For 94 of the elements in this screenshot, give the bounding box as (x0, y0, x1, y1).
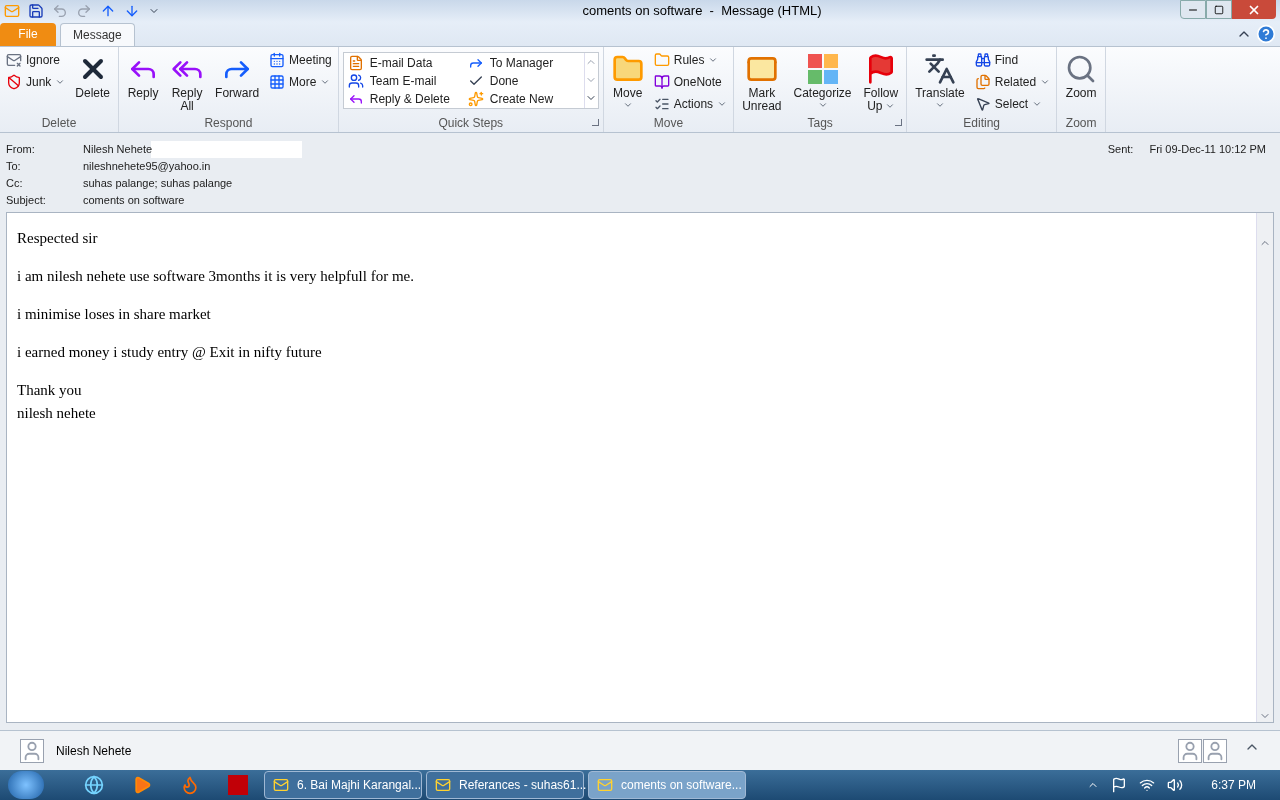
ribbon-button[interactable]: Zoom (1061, 46, 1102, 100)
taskbar-button[interactable]: 6. Bai Majhi Karangal... (264, 771, 422, 799)
quick-step-item[interactable]: Team E-mail (347, 71, 460, 90)
field-label: From: (6, 141, 36, 157)
clock[interactable]: 6:37 PM (1195, 776, 1272, 794)
translate-icon (924, 52, 956, 85)
folder-icon (653, 52, 670, 69)
window-title: coments on software - Message (HTML) (581, 2, 822, 21)
contact-name: Nilesh Nehete (56, 742, 132, 760)
envelope-icon (273, 777, 289, 793)
group-label: Delete (41, 115, 77, 132)
volume-icon[interactable] (1167, 777, 1184, 793)
ribbon-button[interactable]: Move (607, 46, 648, 110)
calendar-icon (269, 52, 286, 69)
redo-icon[interactable] (76, 3, 92, 19)
group-label: Editing (963, 115, 1001, 132)
envelope-icon (597, 777, 613, 793)
field-label: Subject: (6, 192, 47, 208)
notebook-icon (653, 74, 670, 91)
ribbon-button[interactable]: More (267, 72, 334, 92)
body-text: i minimise loses in share market (17, 304, 212, 324)
group-label: Zoom (1065, 115, 1097, 132)
close-button[interactable] (1232, 0, 1276, 19)
browser-icon[interactable] (180, 775, 200, 795)
contact-picture-icon (20, 738, 44, 763)
scrollbar[interactable] (1256, 212, 1273, 723)
group-label: Quick Steps (438, 115, 504, 132)
body-text: i am nilesh nehete use software 3months it is very helpfull for me. (17, 266, 415, 286)
documents-icon (974, 74, 991, 91)
sent-label: Sent: (1107, 141, 1134, 157)
envelope-icon (435, 777, 451, 793)
field-label: Cc: (6, 175, 24, 191)
document-icon (347, 54, 364, 71)
blocked-user-icon (6, 74, 22, 91)
ribbon-button[interactable]: Translate (911, 46, 969, 110)
minimize-button[interactable] (1180, 0, 1206, 19)
ribbon-button[interactable]: OneNote (651, 72, 730, 92)
envelope-x-icon (6, 52, 22, 69)
save-icon[interactable] (28, 3, 44, 19)
quick-step-item[interactable]: Done (467, 71, 580, 90)
body-text: i earned money i study entry @ Exit in nifty future (17, 342, 323, 362)
flag-icon[interactable] (1111, 777, 1128, 793)
group-label: Respond (204, 115, 253, 132)
dialog-launcher-icon[interactable] (591, 118, 599, 126)
media-player-icon[interactable] (132, 775, 152, 795)
color-squares-icon (806, 52, 839, 85)
dialog-launcher-icon[interactable] (895, 118, 903, 126)
network-icon[interactable] (1139, 777, 1156, 793)
grid-icon (269, 74, 286, 91)
body-text: Respected sir (17, 228, 99, 248)
undo-icon[interactable] (52, 3, 68, 19)
binoculars-icon (974, 52, 991, 69)
ribbon-button[interactable]: Select (972, 94, 1053, 114)
ribbon-button[interactable]: Actions (651, 94, 730, 114)
field-value: nileshnehete95@yahoo.in (83, 158, 211, 174)
body-text: nilesh nehete (17, 403, 97, 423)
ribbon-button[interactable]: Meeting (267, 50, 334, 70)
ribbon-button[interactable]: Ignore (4, 50, 68, 70)
envelope-icon (4, 3, 20, 19)
quick-step-item[interactable]: Create New (467, 89, 580, 108)
group-label: Move (653, 115, 684, 132)
field-value: Nilesh Nehete (83, 140, 303, 158)
quick-step-item[interactable]: E-mail Data (347, 53, 460, 72)
quick-step-item[interactable]: To Manager (467, 53, 580, 72)
field-label: To: (6, 158, 22, 174)
taskbar-button[interactable]: Referances - suhas61... (426, 771, 584, 799)
browser-icon[interactable] (84, 775, 104, 795)
ribbon-button[interactable]: Reply All (167, 46, 208, 113)
ribbon-button[interactable]: Reply (123, 46, 164, 100)
ribbon-button[interactable]: Delete (71, 46, 115, 100)
body-text: Thank you (17, 380, 83, 400)
start-button[interactable] (8, 771, 44, 799)
field-value: suhas palange; suhas palange (83, 175, 233, 191)
group-label: Tags (807, 115, 833, 132)
contact-picture-icon[interactable] (1178, 738, 1202, 763)
ribbon-button[interactable]: Categorize (789, 46, 856, 110)
ribbon-button[interactable]: Junk (4, 72, 68, 92)
restore-icon (1214, 4, 1224, 15)
ribbon-button[interactable]: Forward (211, 46, 264, 100)
ribbon-button[interactable]: Follow Up (859, 46, 903, 113)
sent-value: Fri 09-Dec-11 10:12 PM (1149, 141, 1266, 157)
ribbon-button[interactable]: Mark Unread (738, 46, 786, 113)
field-value: coments on software (83, 192, 185, 208)
people-icon (347, 72, 364, 89)
help-icon[interactable] (1256, 23, 1276, 44)
restore-button[interactable] (1206, 0, 1232, 19)
ribbon-button[interactable]: Rules (651, 50, 730, 70)
contact-picture-icon[interactable] (1203, 738, 1227, 763)
ribbon-button[interactable]: Find (972, 50, 1053, 70)
ribbon-button[interactable]: Related (972, 72, 1053, 92)
quick-step-item[interactable]: Reply & Delete (347, 89, 460, 108)
pointer-icon (974, 96, 991, 113)
ribbon-tab[interactable]: Message (60, 22, 135, 46)
sparkle-icon (467, 90, 484, 107)
